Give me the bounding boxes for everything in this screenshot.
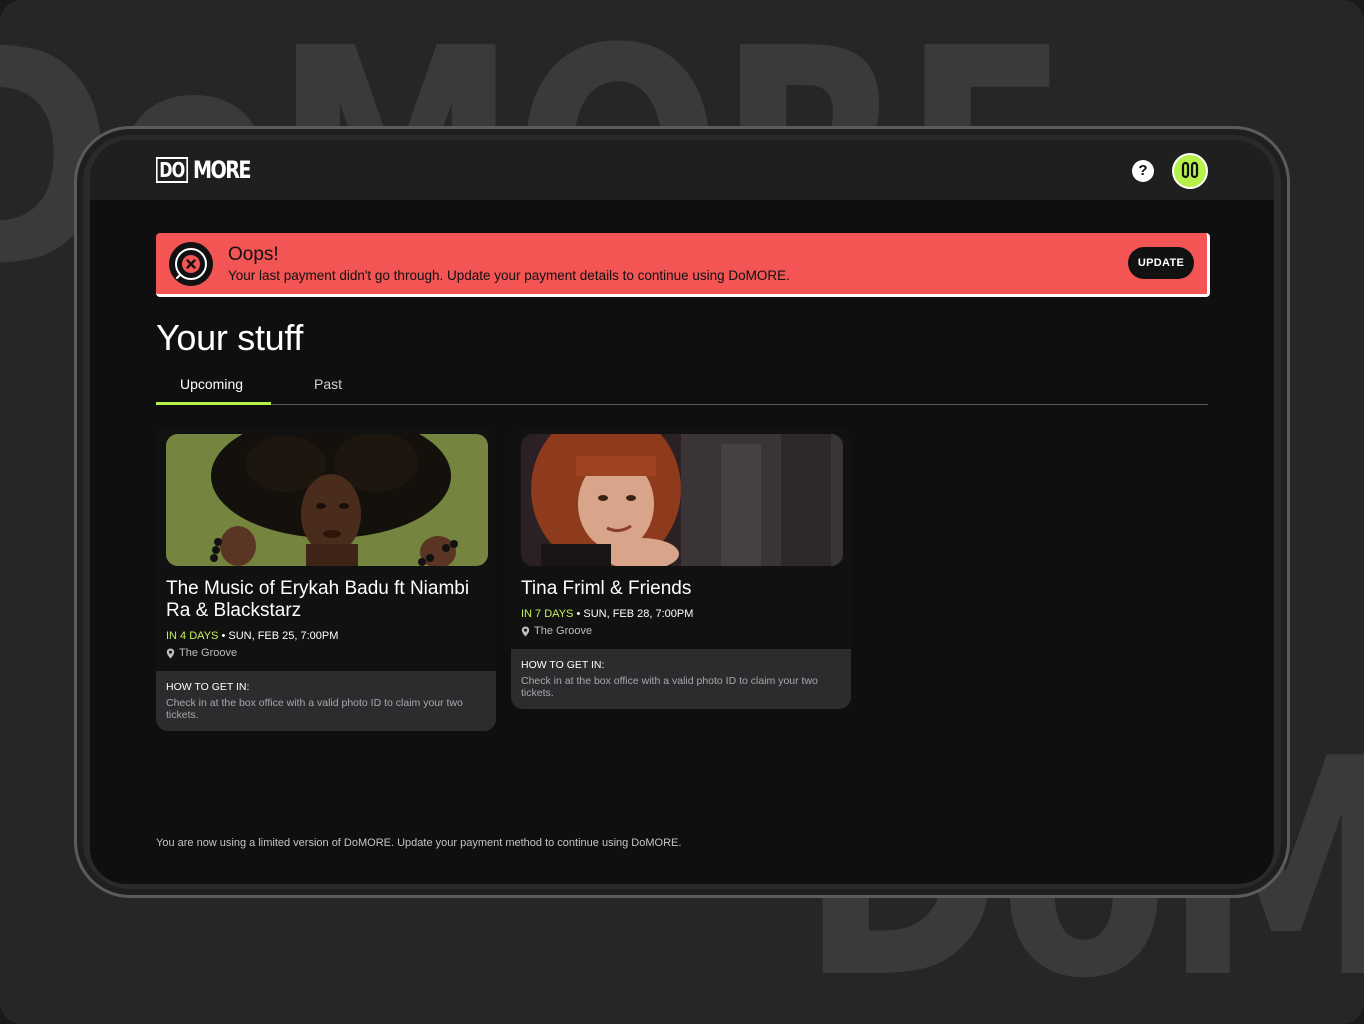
venue-name: The Groove: [534, 625, 593, 637]
logo-more: MORE: [192, 156, 252, 184]
logo-do: DO: [156, 157, 188, 183]
venue-name: The Groove: [179, 647, 238, 659]
event-card[interactable]: Tina Friml & Friends IN 7 DAYS • SUN, FE…: [511, 428, 851, 709]
avatar-face: [1181, 161, 1199, 179]
event-image: [521, 434, 843, 566]
how-to-get-in-label: HOW TO GET IN:: [166, 681, 250, 693]
event-card-header: Tina Friml & Friends IN 7 DAYS • SUN, FE…: [511, 428, 851, 649]
active-tab-indicator: [156, 402, 271, 405]
entry-instructions-text: Check in at the box office with a valid …: [166, 697, 463, 721]
tab-upcoming[interactable]: Upcoming: [180, 376, 243, 392]
page-title: Your stuff: [156, 317, 304, 358]
event-card[interactable]: The Music of Erykah Badu ft Niambi Ra & …: [156, 428, 496, 731]
event-card-header: The Music of Erykah Badu ft Niambi Ra & …: [156, 428, 496, 671]
tab-bar: Upcoming Past: [156, 368, 1208, 405]
tab-past[interactable]: Past: [314, 376, 342, 392]
event-datetime: IN 4 DAYS • SUN, FEB 25, 7:00PM: [166, 630, 486, 642]
event-date: SUN, FEB 25, 7:00PM: [228, 630, 339, 642]
alert-title: Oops!: [228, 244, 279, 265]
limited-version-notice: You are now using a limited version of D…: [156, 837, 682, 849]
event-countdown: IN 7 DAYS: [521, 608, 574, 620]
event-venue: The Groove: [166, 647, 486, 671]
event-datetime: IN 7 DAYS • SUN, FEB 28, 7:00PM: [521, 608, 841, 620]
event-date: SUN, FEB 28, 7:00PM: [583, 608, 694, 620]
payment-error-alert: Oops! Your last payment didn't go throug…: [156, 233, 1210, 297]
event-title[interactable]: Tina Friml & Friends: [521, 578, 841, 600]
update-payment-button[interactable]: UPDATE: [1128, 247, 1194, 279]
error-x-icon: [169, 242, 213, 286]
how-to-get-in-label: HOW TO GET IN:: [521, 659, 605, 671]
location-pin-icon: [521, 626, 530, 636]
app-screen: DO MORE ? Oops! Your last payment didn't…: [90, 140, 1274, 884]
entry-instructions-text: Check in at the box office with a valid …: [521, 675, 818, 699]
question-circle-icon[interactable]: ?: [1132, 160, 1154, 182]
alert-message: Your last payment didn't go through. Upd…: [228, 268, 790, 283]
entry-instructions: HOW TO GET IN: Check in at the box offic…: [156, 671, 496, 731]
domore-logo[interactable]: DO MORE: [156, 156, 264, 184]
meta-separator: •: [221, 630, 226, 642]
smiley-avatar-icon[interactable]: [1172, 153, 1208, 189]
entry-instructions: HOW TO GET IN: Check in at the box offic…: [511, 649, 851, 709]
event-countdown: IN 4 DAYS: [166, 630, 219, 642]
event-image: [166, 434, 488, 566]
meta-separator: •: [576, 608, 581, 620]
event-venue: The Groove: [521, 625, 841, 649]
event-title[interactable]: The Music of Erykah Badu ft Niambi Ra & …: [166, 578, 486, 622]
top-bar: DO MORE ?: [90, 140, 1274, 200]
location-pin-icon: [166, 648, 175, 658]
